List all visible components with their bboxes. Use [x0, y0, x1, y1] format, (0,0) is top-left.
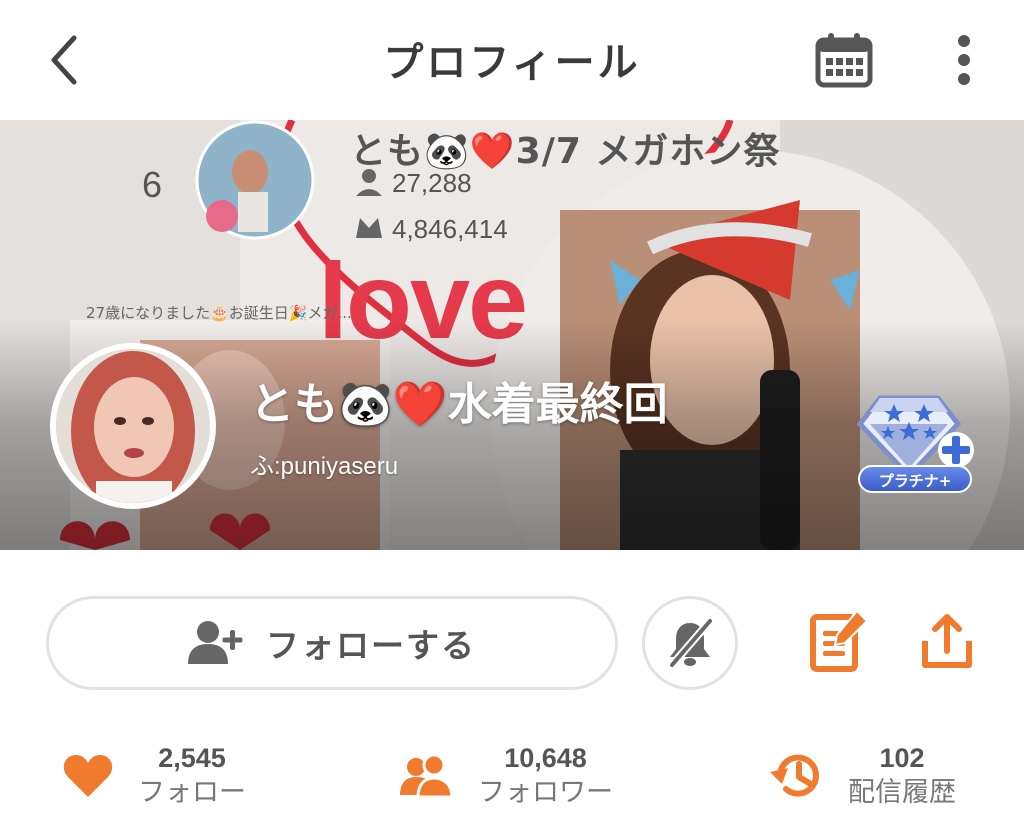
avatar[interactable] — [50, 343, 216, 509]
follow-button[interactable]: フォローする — [46, 596, 618, 690]
calendar-icon — [815, 33, 873, 88]
history-stat[interactable]: 102 配信履歴 — [768, 736, 956, 816]
bg-card-name: とも🐼❤️3/7 メガホン祭 — [350, 131, 781, 172]
follow-count: 2,545 — [158, 743, 226, 773]
avatar-image — [56, 349, 210, 503]
header-bar: プロフィール — [0, 0, 1024, 120]
follower-stat[interactable]: 10,648 フォロワー — [398, 736, 613, 816]
user-handle: ふ:puniyaseru — [250, 453, 399, 480]
follow-stat[interactable]: 2,545 フォロー — [62, 736, 246, 816]
more-options-button[interactable] — [940, 28, 988, 92]
history-label-text: 配信履歴 — [848, 777, 956, 808]
notification-toggle-button[interactable] — [642, 596, 738, 690]
heart-icon — [63, 755, 113, 797]
letter-edit-icon — [810, 609, 869, 672]
profile-banner: 6 とも🐼❤️3/7 メガホン祭 27,288 4,846,414 love 2… — [0, 120, 1024, 550]
letter-button[interactable] — [804, 606, 874, 676]
history-count: 102 — [879, 743, 925, 773]
follower-label-text: フォロワー — [478, 777, 613, 808]
follow-label: フォローする — [266, 626, 476, 665]
rank-label: プラチナ+ — [858, 465, 972, 493]
users-icon — [400, 753, 454, 799]
follow-label-text: フォロー — [138, 777, 246, 808]
bg-card-follower-count: 27,288 — [392, 168, 472, 198]
user-plus-icon — [188, 621, 243, 664]
share-button[interactable] — [912, 606, 982, 676]
bg-card-rank: 6 — [142, 164, 163, 205]
history-icon — [770, 754, 819, 797]
share-icon — [922, 614, 972, 668]
display-name: とも🐼❤️水着最終回 — [250, 379, 668, 430]
follower-count: 10,648 — [504, 743, 587, 773]
more-vertical-icon — [958, 35, 970, 85]
bell-off-icon — [668, 617, 714, 669]
calendar-button[interactable] — [812, 28, 876, 92]
